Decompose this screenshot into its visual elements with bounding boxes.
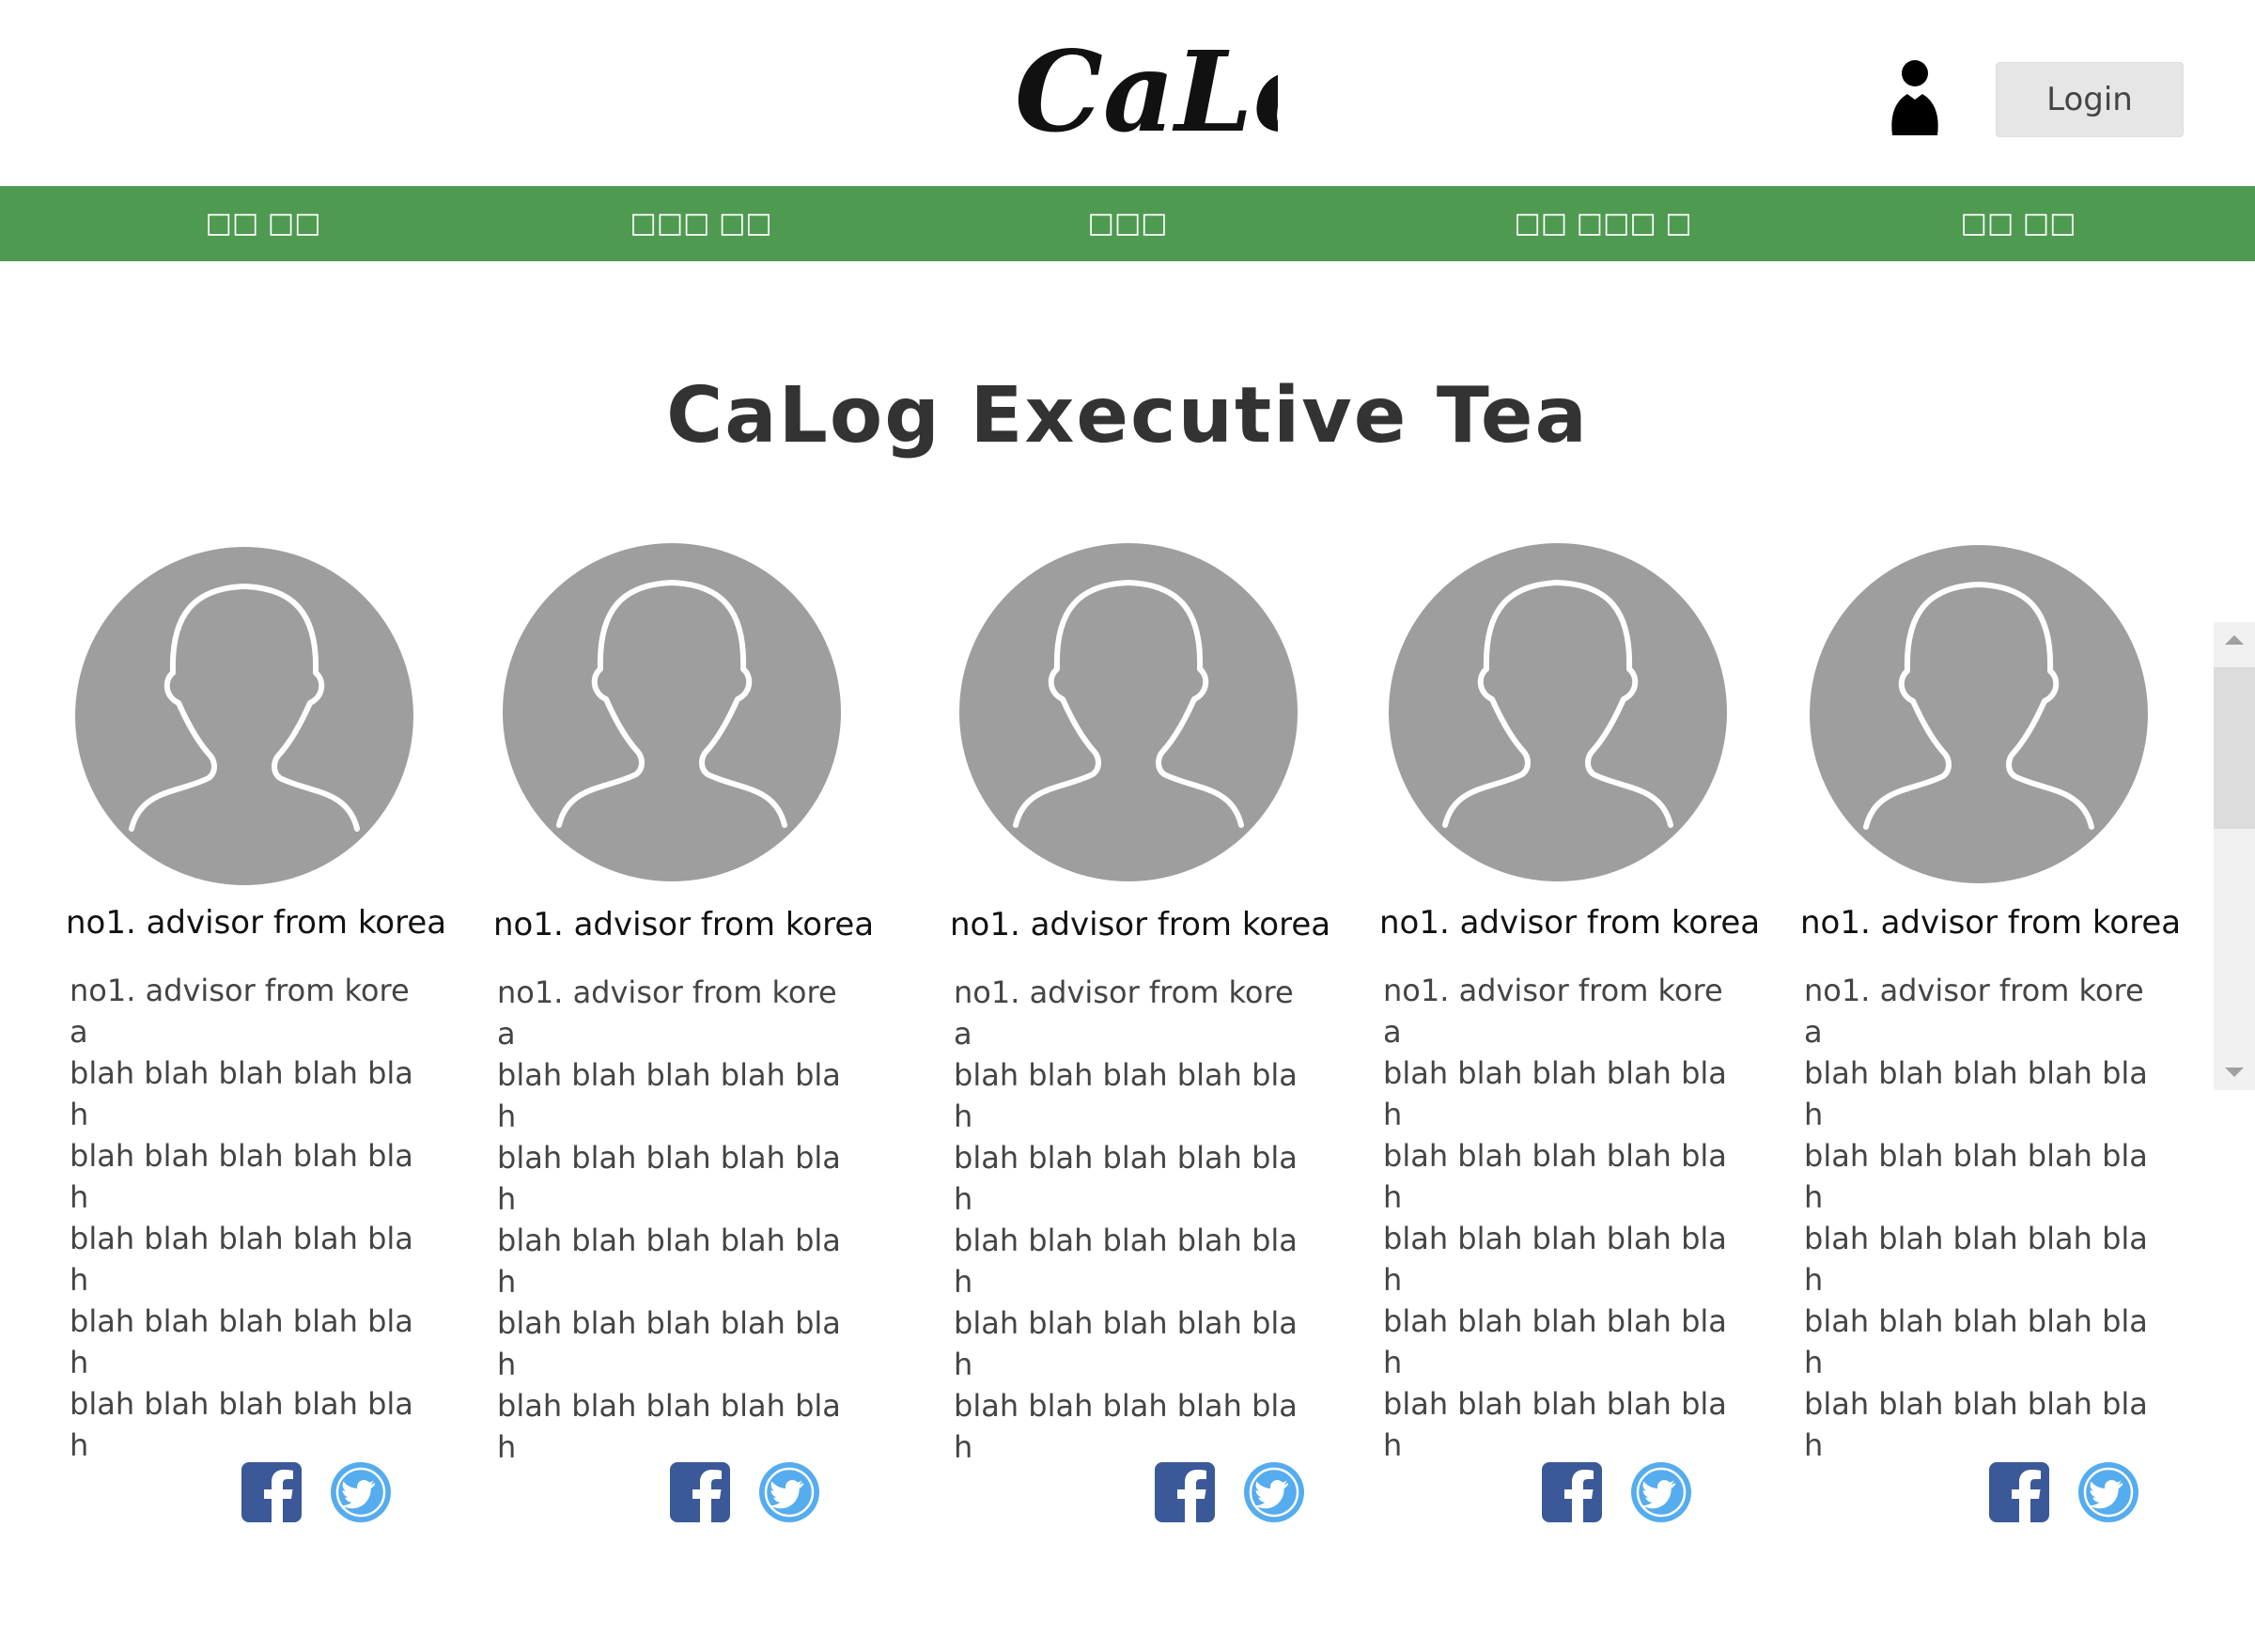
description-line: h [954,1099,973,1134]
facebook-icon[interactable] [1541,1461,1603,1523]
description-line: h [497,1181,517,1217]
scroll-up-arrow-icon[interactable] [2214,622,2255,656]
advisor-description: no1. advisor from korea blah blah blah bl… [1804,970,2152,1458]
description-line: h [497,1099,517,1134]
description-line: blah blah blah blah bla [954,1305,1298,1341]
avatar-placeholder-icon [1810,545,2148,883]
description-line: h [954,1264,973,1300]
scroll-down-arrow-icon[interactable] [2214,1056,2255,1090]
description-line: h [1804,1097,1824,1132]
twitter-icon[interactable] [330,1461,392,1523]
logo-text: CaLog [1015,26,1278,157]
description-line: blah blah blah blah bla [497,1305,841,1341]
vertical-scrollbar[interactable] [2214,622,2255,1090]
advisor-description: no1. advisor from korea blah blah blah bl… [497,972,845,1460]
description-line: blah blah blah blah bla [1804,1221,2148,1256]
description-line: h [954,1347,973,1382]
advisor-name: no1. advisor from korea [1379,904,1761,942]
advisor-name: no1. advisor from korea [493,906,875,943]
description-line: blah blah blah blah bla [497,1140,841,1176]
description-line: h [1383,1345,1403,1380]
description-line: no1. advisor from korea [1383,973,1723,1050]
advisor-name: no1. advisor from korea [66,904,447,942]
description-line: h [70,1427,89,1458]
description-line: no1. advisor from korea [1804,973,2144,1050]
description-line: blah blah blah blah bla [954,1057,1298,1093]
description-line: blah blah blah blah bla [70,1386,413,1422]
description-line: h [497,1429,517,1460]
description-line: blah blah blah blah bla [497,1388,841,1424]
description-line: h [497,1264,517,1300]
nav-item-4[interactable]: □□ □□□ □ [1514,186,1691,261]
description-line: blah blah blah blah bla [1383,1138,1727,1174]
facebook-icon[interactable] [1988,1461,2050,1523]
advisor-description: no1. advisor from korea blah blah blah bl… [70,970,417,1458]
description-line: blah blah blah blah bla [70,1138,413,1174]
description-line: blah blah blah blah bla [1383,1386,1727,1422]
advisor-name: no1. advisor from korea [950,906,1331,943]
twitter-icon[interactable] [1243,1461,1305,1523]
description-line: blah blah blah blah bla [954,1140,1298,1176]
description-line: blah blah blah blah bla [1804,1055,2148,1091]
advisor-description: no1. advisor from korea blah blah blah bl… [1383,970,1731,1458]
description-line: blah blah blah blah bla [70,1055,413,1091]
description-line: blah blah blah blah bla [1383,1303,1727,1339]
description-line: blah blah blah blah bla [1804,1303,2148,1339]
description-line: blah blah blah blah bla [70,1303,413,1339]
nav-item-2[interactable]: □□□ □□ [630,186,771,261]
description-line: blah blah blah blah bla [1383,1055,1727,1091]
site-header: CaLog Login [0,0,2255,186]
description-line: h [497,1347,517,1382]
facebook-icon[interactable] [1154,1461,1216,1523]
description-line: blah blah blah blah bla [954,1223,1298,1258]
nav-item-5[interactable]: □□ □□ [1961,186,2076,261]
description-line: h [70,1262,89,1298]
calog-logo[interactable]: CaLog [1005,13,1405,173]
description-line: h [954,1181,973,1217]
description-line: h [1383,1427,1403,1458]
description-line: h [70,1097,89,1132]
description-line: h [954,1429,973,1460]
description-line: blah blah blah blah bla [1804,1386,2148,1422]
description-line: h [1383,1179,1403,1215]
description-line: h [1804,1179,1824,1215]
page-title: CaLog Executive Tea [666,371,1589,460]
description-line: blah blah blah blah bla [497,1223,841,1258]
twitter-icon[interactable] [758,1461,820,1523]
description-line: h [70,1179,89,1215]
description-line: h [1383,1262,1403,1298]
avatar-placeholder-icon [959,543,1298,881]
facebook-icon[interactable] [669,1461,731,1523]
description-line: blah blah blah blah bla [954,1388,1298,1424]
main-nav: □□ □□ □□□ □□ □□□ □□ □□□ □ □□ □□ [0,186,2255,261]
description-line: h [70,1345,89,1380]
advisor-description: no1. advisor from korea blah blah blah bl… [954,972,1301,1460]
login-button[interactable]: Login [1996,62,2184,137]
description-line: blah blah blah blah bla [497,1057,841,1093]
nav-item-1[interactable]: □□ □□ [206,186,321,261]
description-line: h [1804,1427,1824,1458]
avatar-placeholder-icon [503,543,841,881]
user-icon[interactable] [1887,58,1943,140]
description-line: no1. advisor from korea [70,973,410,1050]
description-line: h [1804,1262,1824,1298]
twitter-icon[interactable] [2077,1461,2139,1523]
description-line: blah blah blah blah bla [1383,1221,1727,1256]
description-line: no1. advisor from korea [954,974,1294,1052]
nav-item-3[interactable]: □□□ [1087,186,1167,261]
description-line: blah blah blah blah bla [70,1221,413,1256]
description-line: h [1804,1345,1824,1380]
facebook-icon[interactable] [241,1461,303,1523]
description-line: h [1383,1097,1403,1132]
description-line: no1. advisor from korea [497,974,837,1052]
avatar-placeholder-icon [75,547,413,885]
description-line: blah blah blah blah bla [1804,1138,2148,1174]
scroll-thumb[interactable] [2214,667,2255,829]
advisor-name: no1. advisor from korea [1800,904,2182,942]
avatar-placeholder-icon [1389,543,1727,881]
twitter-icon[interactable] [1630,1461,1692,1523]
